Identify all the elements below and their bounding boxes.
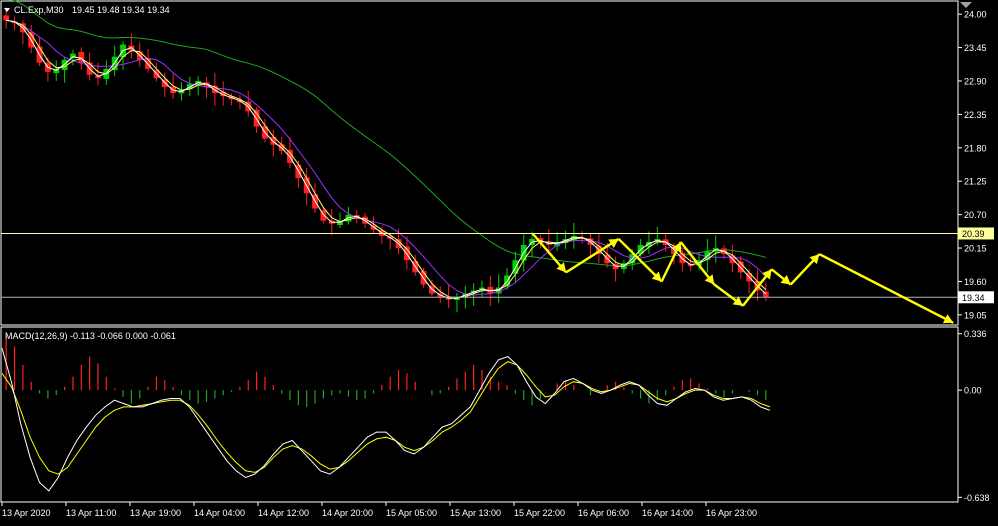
price-label-text: 19.34: [962, 293, 985, 303]
price-tick-label: 20.70: [964, 210, 987, 220]
time-tick-label: 15 Apr 05:00: [386, 508, 437, 518]
time-tick-label: 14 Apr 04:00: [194, 508, 245, 518]
macd-tick-label: 0.336: [964, 329, 987, 339]
price-tick-label: 21.80: [964, 143, 987, 153]
time-tick-label: 14 Apr 12:00: [258, 508, 309, 518]
price-tick-label: 19.60: [964, 277, 987, 287]
time-tick-label: 16 Apr 23:00: [706, 508, 757, 518]
price-tick-label: 21.25: [964, 177, 987, 187]
candle-body: [3, 15, 10, 21]
price-tick-label: 20.15: [964, 244, 987, 254]
chart-canvas[interactable]: 20.39 19.34 24.00 23.45 22.90 22.35 21.80 21.2…: [0, 0, 998, 521]
macd-tick-label: 0.00: [964, 386, 982, 396]
macd-tick-label: -0.638: [964, 493, 990, 503]
time-tick-label: 14 Apr 20:00: [322, 508, 373, 518]
trading-chart[interactable]: 20.39 19.34 24.00 23.45 22.90 22.35 21.80 21.2…: [0, 0, 998, 521]
price-label-text: 20.39: [962, 229, 985, 239]
price-tick-label: 23.45: [964, 43, 987, 53]
macd-label: MACD(12,26,9) -0.113 -0.066 0.000 -0.061: [5, 331, 176, 341]
price-tick-label: 24.00: [964, 10, 987, 20]
symbol-label: CL.Exp,M30: [14, 5, 64, 15]
time-tick-label: 13 Apr 11:00: [66, 508, 116, 518]
price-tick-label: 19.05: [964, 310, 987, 320]
candle-body: [253, 109, 260, 127]
time-tick-label: 15 Apr 13:00: [450, 508, 501, 518]
time-tick-label: 15 Apr 22:00: [514, 508, 565, 518]
time-tick-label: 16 Apr 06:00: [578, 508, 629, 518]
time-tick-label: 13 Apr 2020: [2, 508, 51, 518]
time-tick-label: 13 Apr 19:00: [130, 508, 181, 518]
chart-header: CL.Exp,M30 19.45 19.48 19.34 19.34: [4, 5, 170, 15]
ohlc-label: 19.45 19.48 19.34 19.34: [72, 5, 170, 15]
time-tick-label: 16 Apr 14:00: [642, 508, 693, 518]
price-tick-label: 22.35: [964, 110, 987, 120]
price-tick-label: 22.90: [964, 76, 987, 86]
